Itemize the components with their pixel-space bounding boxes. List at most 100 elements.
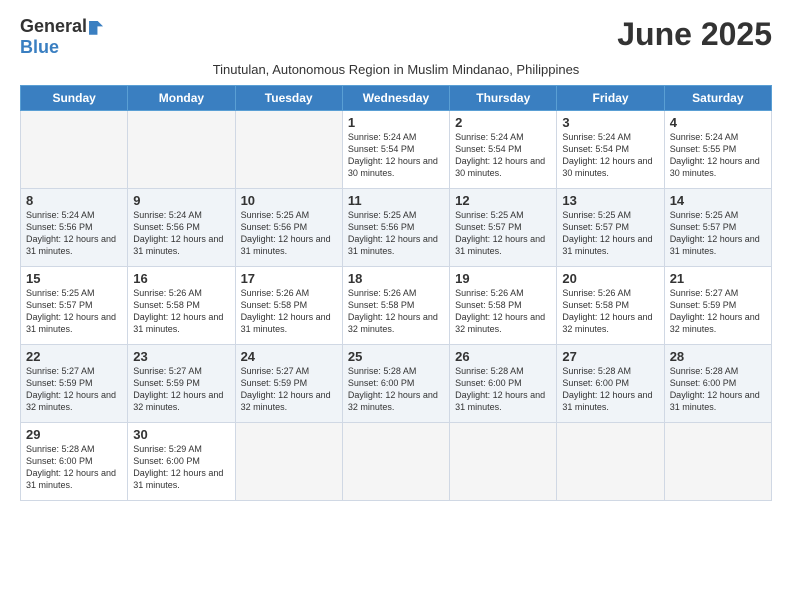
day-number: 23 xyxy=(133,349,229,364)
calendar-cell: 3 Sunrise: 5:24 AMSunset: 5:54 PMDaylight… xyxy=(557,111,664,189)
day-number: 30 xyxy=(133,427,229,442)
day-info: Sunrise: 5:25 AMSunset: 5:57 PMDaylight:… xyxy=(670,210,760,256)
calendar-cell: 20 Sunrise: 5:26 AMSunset: 5:58 PMDayligh… xyxy=(557,267,664,345)
calendar-cell: 9 Sunrise: 5:24 AMSunset: 5:56 PMDaylight… xyxy=(128,189,235,267)
day-number: 20 xyxy=(562,271,658,286)
day-info: Sunrise: 5:25 AMSunset: 5:56 PMDaylight:… xyxy=(348,210,438,256)
calendar-cell: 19 Sunrise: 5:26 AMSunset: 5:58 PMDayligh… xyxy=(450,267,557,345)
day-number: 24 xyxy=(241,349,337,364)
week-row: 29Sunrise: 5:28 AMSunset: 6:00 PMDayligh… xyxy=(21,423,772,501)
logo: General Blue xyxy=(20,16,103,58)
calendar-cell: 23 Sunrise: 5:27 AMSunset: 5:59 PMDayligh… xyxy=(128,345,235,423)
day-number: 28 xyxy=(670,349,766,364)
calendar-cell xyxy=(342,423,449,501)
day-info: Sunrise: 5:26 AMSunset: 5:58 PMDaylight:… xyxy=(241,288,331,334)
day-info: Sunrise: 5:24 AMSunset: 5:54 PMDaylight:… xyxy=(562,132,652,178)
day-info: Sunrise: 5:28 AMSunset: 6:00 PMDaylight:… xyxy=(348,366,438,412)
day-info: Sunrise: 5:24 AMSunset: 5:54 PMDaylight:… xyxy=(455,132,545,178)
calendar-cell: 8 Sunrise: 5:24 AMSunset: 5:56 PMDaylight… xyxy=(21,189,128,267)
calendar-cell: 26 Sunrise: 5:28 AMSunset: 6:00 PMDayligh… xyxy=(450,345,557,423)
calendar-cell: 13 Sunrise: 5:25 AMSunset: 5:57 PMDayligh… xyxy=(557,189,664,267)
day-info: Sunrise: 5:27 AMSunset: 5:59 PMDaylight:… xyxy=(241,366,331,412)
day-number: 9 xyxy=(133,193,229,208)
day-info: Sunrise: 5:26 AMSunset: 5:58 PMDaylight:… xyxy=(133,288,223,334)
day-info: Sunrise: 5:28 AMSunset: 6:00 PMDaylight:… xyxy=(562,366,652,412)
calendar-cell: 4 Sunrise: 5:24 AMSunset: 5:55 PMDaylight… xyxy=(664,111,771,189)
day-header-friday: Friday xyxy=(557,86,664,111)
day-info: Sunrise: 5:25 AMSunset: 5:57 PMDaylight:… xyxy=(562,210,652,256)
calendar-cell: 21Sunrise: 5:27 AMSunset: 5:59 PMDayligh… xyxy=(664,267,771,345)
day-number: 13 xyxy=(562,193,658,208)
calendar-cell xyxy=(21,111,128,189)
calendar-cell: 18 Sunrise: 5:26 AMSunset: 5:58 PMDayligh… xyxy=(342,267,449,345)
calendar-cell: 17 Sunrise: 5:26 AMSunset: 5:58 PMDayligh… xyxy=(235,267,342,345)
calendar-cell xyxy=(235,111,342,189)
calendar-cell: 15 Sunrise: 5:25 AMSunset: 5:57 PMDayligh… xyxy=(21,267,128,345)
week-row: 22 Sunrise: 5:27 AMSunset: 5:59 PMDayligh… xyxy=(21,345,772,423)
day-number: 19 xyxy=(455,271,551,286)
day-info: Sunrise: 5:26 AMSunset: 5:58 PMDaylight:… xyxy=(348,288,438,334)
week-row: 15 Sunrise: 5:25 AMSunset: 5:57 PMDayligh… xyxy=(21,267,772,345)
calendar-cell: 2 Sunrise: 5:24 AMSunset: 5:54 PMDaylight… xyxy=(450,111,557,189)
calendar-cell: 24 Sunrise: 5:27 AMSunset: 5:59 PMDayligh… xyxy=(235,345,342,423)
day-info: Sunrise: 5:25 AMSunset: 5:57 PMDaylight:… xyxy=(455,210,545,256)
day-number: 22 xyxy=(26,349,122,364)
day-number: 16 xyxy=(133,271,229,286)
day-info: Sunrise: 5:24 AMSunset: 5:56 PMDaylight:… xyxy=(26,210,116,256)
calendar-cell: 10Sunrise: 5:25 AMSunset: 5:56 PMDayligh… xyxy=(235,189,342,267)
day-info: Sunrise: 5:29 AMSunset: 6:00 PMDaylight:… xyxy=(133,444,223,490)
week-row: 8 Sunrise: 5:24 AMSunset: 5:56 PMDaylight… xyxy=(21,189,772,267)
month-title: June 2025 xyxy=(617,16,772,53)
day-info: Sunrise: 5:24 AMSunset: 5:55 PMDaylight:… xyxy=(670,132,760,178)
day-header-wednesday: Wednesday xyxy=(342,86,449,111)
day-number: 26 xyxy=(455,349,551,364)
calendar-cell xyxy=(235,423,342,501)
calendar-cell xyxy=(557,423,664,501)
day-number: 3 xyxy=(562,115,658,130)
day-number: 8 xyxy=(26,193,122,208)
day-number: 12 xyxy=(455,193,551,208)
calendar-cell: 22Sunrise: 5:27 AMSunset: 5:59 PMDayligh… xyxy=(21,345,128,423)
calendar-cell: 12 Sunrise: 5:25 AMSunset: 5:57 PMDayligh… xyxy=(450,189,557,267)
day-number: 27 xyxy=(562,349,658,364)
day-info: Sunrise: 5:28 AMSunset: 6:00 PMDaylight:… xyxy=(455,366,545,412)
day-number: 2 xyxy=(455,115,551,130)
calendar-cell: 14 Sunrise: 5:25 AMSunset: 5:57 PMDayligh… xyxy=(664,189,771,267)
calendar-cell: 11 Sunrise: 5:25 AMSunset: 5:56 PMDayligh… xyxy=(342,189,449,267)
logo-icon xyxy=(89,21,103,35)
calendar-cell: 16 Sunrise: 5:26 AMSunset: 5:58 PMDayligh… xyxy=(128,267,235,345)
logo-general: General xyxy=(20,16,87,36)
day-number: 4 xyxy=(670,115,766,130)
day-info: Sunrise: 5:26 AMSunset: 5:58 PMDaylight:… xyxy=(455,288,545,334)
calendar-cell: 1Sunrise: 5:24 AMSunset: 5:54 PMDaylight… xyxy=(342,111,449,189)
day-info: Sunrise: 5:25 AMSunset: 5:56 PMDaylight:… xyxy=(241,210,331,256)
day-info: Sunrise: 5:27 AMSunset: 5:59 PMDaylight:… xyxy=(133,366,223,412)
day-header-sunday: Sunday xyxy=(21,86,128,111)
day-number: 15 xyxy=(26,271,122,286)
day-info: Sunrise: 5:24 AMSunset: 5:54 PMDaylight:… xyxy=(348,132,438,178)
logo-blue: Blue xyxy=(20,37,59,58)
day-header-thursday: Thursday xyxy=(450,86,557,111)
calendar-cell xyxy=(664,423,771,501)
day-header-monday: Monday xyxy=(128,86,235,111)
calendar-cell: 25 Sunrise: 5:28 AMSunset: 6:00 PMDayligh… xyxy=(342,345,449,423)
day-number: 17 xyxy=(241,271,337,286)
calendar-table: SundayMondayTuesdayWednesdayThursdayFrid… xyxy=(20,85,772,501)
day-number: 25 xyxy=(348,349,444,364)
calendar-cell xyxy=(450,423,557,501)
calendar-cell: 30 Sunrise: 5:29 AMSunset: 6:00 PMDayligh… xyxy=(128,423,235,501)
day-info: Sunrise: 5:26 AMSunset: 5:58 PMDaylight:… xyxy=(562,288,652,334)
day-number: 18 xyxy=(348,271,444,286)
calendar-cell xyxy=(128,111,235,189)
day-number: 29 xyxy=(26,427,122,442)
day-info: Sunrise: 5:27 AMSunset: 5:59 PMDaylight:… xyxy=(670,288,760,334)
day-header-saturday: Saturday xyxy=(664,86,771,111)
day-header-tuesday: Tuesday xyxy=(235,86,342,111)
day-info: Sunrise: 5:25 AMSunset: 5:57 PMDaylight:… xyxy=(26,288,116,334)
week-row: 1Sunrise: 5:24 AMSunset: 5:54 PMDaylight… xyxy=(21,111,772,189)
subtitle: Tinutulan, Autonomous Region in Muslim M… xyxy=(20,62,772,77)
calendar-page: General Blue June 2025 Tinutulan, Autono… xyxy=(0,0,792,511)
day-number: 11 xyxy=(348,193,444,208)
day-info: Sunrise: 5:24 AMSunset: 5:56 PMDaylight:… xyxy=(133,210,223,256)
day-number: 14 xyxy=(670,193,766,208)
